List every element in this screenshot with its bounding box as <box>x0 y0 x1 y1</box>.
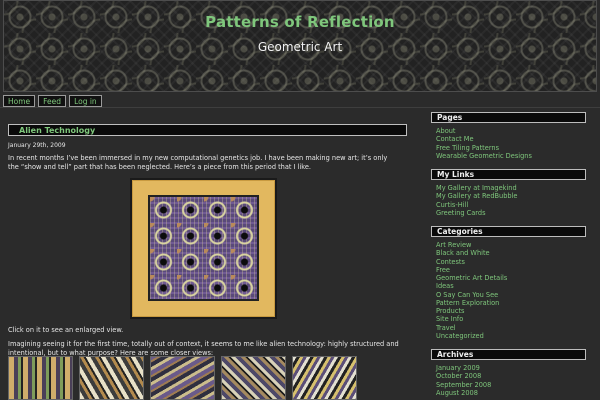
sidebar-links-title: My Links <box>431 169 586 180</box>
post-paragraph-2: Imagining seeing it for the first time, … <box>8 340 399 357</box>
sidebar-archives-title: Archives <box>431 349 586 360</box>
nav-divider <box>0 107 600 108</box>
category-link[interactable]: Free <box>436 266 586 274</box>
category-link[interactable]: Black and White <box>436 249 586 257</box>
post-title[interactable]: Alien Technology <box>19 125 95 136</box>
sidebar-categories-title: Categories <box>431 226 586 237</box>
category-link[interactable]: Ideas <box>436 282 586 290</box>
sidebar-archives-list: January 2009 October 2008 September 2008… <box>436 364 586 397</box>
post-date: January 29th, 2009 <box>8 142 66 149</box>
category-link[interactable]: Uncategorized <box>436 332 586 340</box>
detail-thumbnail[interactable] <box>150 356 215 400</box>
sidebar-link-about[interactable]: About <box>436 127 586 135</box>
sidebar-link-greeting-cards[interactable]: Greeting Cards <box>436 209 586 217</box>
detail-thumbnail[interactable] <box>79 356 144 400</box>
sidebar-link-curtis-hill[interactable]: Curtis-Hill <box>436 201 586 209</box>
header-banner: Patterns of Reflection Geometric Art <box>3 0 597 92</box>
sidebar-links-list: My Gallery at Imagekind My Gallery at Re… <box>436 184 586 217</box>
category-link[interactable]: Travel <box>436 324 586 332</box>
nav-feed[interactable]: Feed <box>38 95 67 107</box>
artwork-image-link[interactable] <box>130 178 277 319</box>
sidebar-link-wearable[interactable]: Wearable Geometric Designs <box>436 152 586 160</box>
archive-link[interactable]: September 2008 <box>436 381 586 389</box>
top-nav: Home Feed Log in <box>3 95 102 107</box>
sidebar: Pages About Contact Me Free Tiling Patte… <box>431 112 586 397</box>
site-subtitle: Geometric Art <box>257 40 343 54</box>
detail-thumbnail[interactable] <box>221 356 286 400</box>
nav-home[interactable]: Home <box>3 95 36 107</box>
archive-link[interactable]: January 2009 <box>436 364 586 372</box>
sidebar-link-imagekind[interactable]: My Gallery at Imagekind <box>436 184 586 192</box>
sidebar-pages-title: Pages <box>431 112 586 123</box>
post-title-bar: Alien Technology <box>8 124 407 136</box>
artwork-image <box>148 195 259 301</box>
detail-thumbnails <box>8 356 357 400</box>
category-link[interactable]: Geometric Art Details <box>436 274 586 282</box>
category-link[interactable]: Contests <box>436 258 586 266</box>
category-link[interactable]: Products <box>436 307 586 315</box>
post-intro: In recent months I’ve been immersed in m… <box>8 154 388 171</box>
nav-log-in[interactable]: Log in <box>69 95 102 107</box>
detail-thumbnail[interactable] <box>8 356 73 400</box>
category-link[interactable]: Art Review <box>436 241 586 249</box>
archive-link[interactable]: August 2008 <box>436 389 586 397</box>
sidebar-link-free-tiling[interactable]: Free Tiling Patterns <box>436 144 586 152</box>
sidebar-link-contact[interactable]: Contact Me <box>436 135 586 143</box>
category-link[interactable]: O Say Can You See <box>436 291 586 299</box>
sidebar-pages-list: About Contact Me Free Tiling Patterns We… <box>436 127 586 160</box>
site-title[interactable]: Patterns of Reflection <box>4 13 596 31</box>
sidebar-link-redbubble[interactable]: My Gallery at RedBubble <box>436 192 586 200</box>
category-link[interactable]: Pattern Exploration <box>436 299 586 307</box>
archive-link[interactable]: October 2008 <box>436 372 586 380</box>
sidebar-categories-list: Art Review Black and White Contests Free… <box>436 241 586 340</box>
artwork-frame <box>132 180 275 317</box>
click-instruction: Click on it to see an enlarged view. <box>8 326 124 334</box>
detail-thumbnail[interactable] <box>292 356 357 400</box>
category-link[interactable]: Site Info <box>436 315 586 323</box>
